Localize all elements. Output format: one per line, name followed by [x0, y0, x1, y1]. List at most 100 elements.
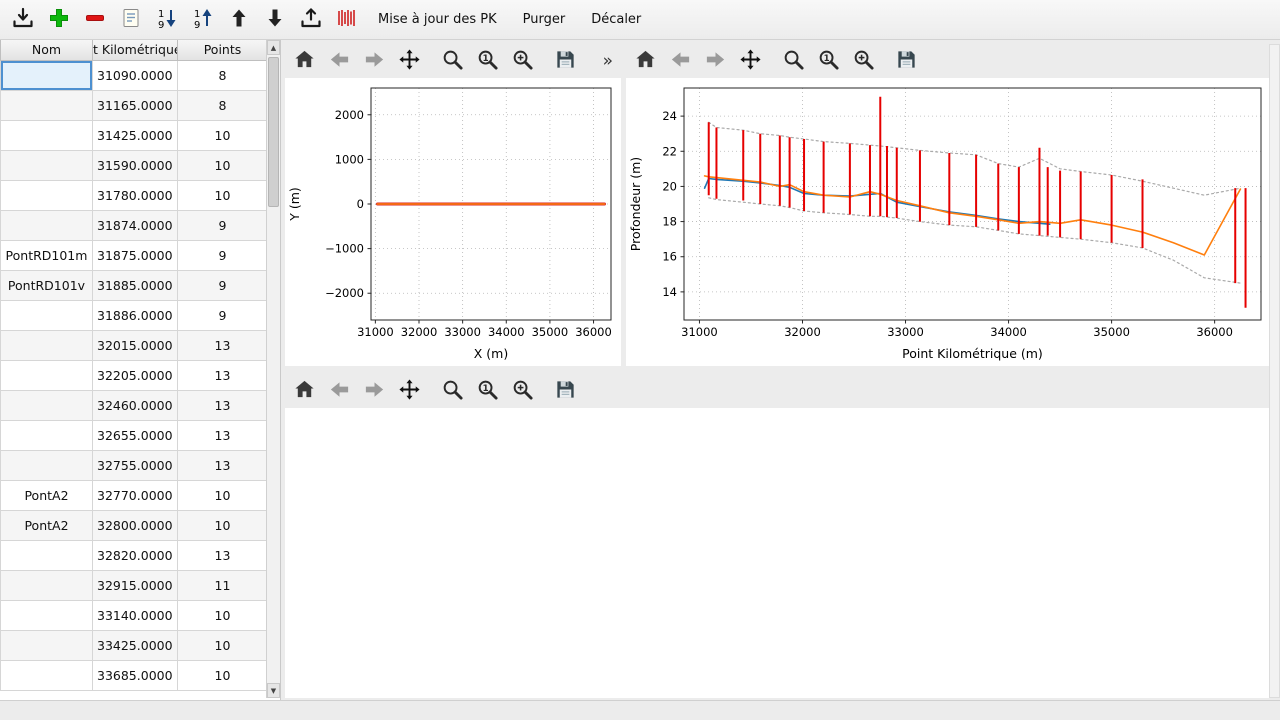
cell-nom[interactable] — [1, 660, 93, 690]
move-down-button[interactable] — [260, 5, 290, 35]
cell-pk[interactable]: 31165.0000 — [93, 90, 178, 120]
cell-nom[interactable] — [1, 300, 93, 330]
cell-points[interactable]: 10 — [178, 120, 268, 150]
cell-pk[interactable]: 31874.0000 — [93, 210, 178, 240]
cell-pk[interactable]: 32015.0000 — [93, 330, 178, 360]
cell-pk[interactable]: 31886.0000 — [93, 300, 178, 330]
cell-points[interactable]: 10 — [178, 150, 268, 180]
cell-nom[interactable]: PontA2 — [1, 510, 93, 540]
cell-points[interactable]: 13 — [178, 450, 268, 480]
update-pk-button[interactable]: Mise à jour des PK — [368, 7, 507, 32]
zoom-plus-button[interactable] — [850, 48, 876, 74]
zoom-button[interactable] — [439, 48, 465, 74]
cell-nom[interactable] — [1, 60, 93, 90]
empty-plot-canvas[interactable] — [285, 408, 1269, 698]
cell-pk[interactable]: 33140.0000 — [93, 600, 178, 630]
cell-points[interactable]: 11 — [178, 570, 268, 600]
zoom-plus-button[interactable] — [509, 48, 535, 74]
back-button[interactable] — [326, 48, 352, 74]
purge-button[interactable]: Purger — [513, 7, 576, 32]
cell-pk[interactable]: 32915.0000 — [93, 570, 178, 600]
cell-nom[interactable] — [1, 90, 93, 120]
cell-points[interactable]: 9 — [178, 240, 268, 270]
column-header-points[interactable]: Points — [178, 40, 268, 60]
cell-points[interactable]: 9 — [178, 300, 268, 330]
cell-nom[interactable] — [1, 120, 93, 150]
home-button[interactable] — [291, 378, 317, 404]
cell-pk[interactable]: 32770.0000 — [93, 480, 178, 510]
cell-nom[interactable] — [1, 150, 93, 180]
cell-pk[interactable]: 32460.0000 — [93, 390, 178, 420]
cell-pk[interactable]: 32800.0000 — [93, 510, 178, 540]
pan-button[interactable] — [396, 378, 422, 404]
save-button[interactable] — [893, 48, 919, 74]
shift-button[interactable]: Décaler — [581, 7, 651, 32]
cell-nom[interactable] — [1, 360, 93, 390]
pan-button[interactable] — [737, 48, 763, 74]
cell-pk[interactable]: 31875.0000 — [93, 240, 178, 270]
back-button[interactable] — [667, 48, 693, 74]
cell-points[interactable]: 10 — [178, 660, 268, 690]
profiles-button[interactable] — [332, 5, 362, 35]
forward-button[interactable] — [361, 378, 387, 404]
zoom-button[interactable] — [780, 48, 806, 74]
cell-nom[interactable] — [1, 180, 93, 210]
column-header-nom[interactable]: Nom — [1, 40, 93, 60]
cell-points[interactable]: 10 — [178, 630, 268, 660]
pan-button[interactable] — [396, 48, 422, 74]
cell-points[interactable]: 13 — [178, 390, 268, 420]
cell-points[interactable]: 10 — [178, 180, 268, 210]
table-scrollbar-thumb[interactable] — [268, 57, 279, 207]
move-up-button[interactable] — [224, 5, 254, 35]
cell-nom[interactable]: PontRD101m — [1, 240, 93, 270]
cell-nom[interactable] — [1, 570, 93, 600]
zoom-one-button[interactable]: 1 — [474, 48, 500, 74]
cell-pk[interactable]: 31885.0000 — [93, 270, 178, 300]
column-header-pk[interactable]: t Kilométrique — [93, 40, 178, 60]
cell-points[interactable]: 13 — [178, 420, 268, 450]
cell-pk[interactable]: 32820.0000 — [93, 540, 178, 570]
cell-pk[interactable]: 32655.0000 — [93, 420, 178, 450]
cell-nom[interactable]: PontRD101v — [1, 270, 93, 300]
cell-pk[interactable]: 31780.0000 — [93, 180, 178, 210]
cell-pk[interactable]: 32205.0000 — [93, 360, 178, 390]
cell-nom[interactable] — [1, 420, 93, 450]
cell-nom[interactable] — [1, 330, 93, 360]
save-button[interactable] — [552, 378, 578, 404]
zoom-one-button[interactable]: 1 — [815, 48, 841, 74]
cell-points[interactable]: 10 — [178, 600, 268, 630]
plan-view-chart[interactable]: 310003200033000340003500036000−2000−1000… — [285, 78, 621, 366]
zoom-button[interactable] — [439, 378, 465, 404]
edit-list-button[interactable] — [116, 5, 146, 35]
scroll-up-button[interactable]: ▲ — [267, 40, 280, 55]
cell-pk[interactable]: 31425.0000 — [93, 120, 178, 150]
import-button[interactable] — [8, 5, 38, 35]
cell-nom[interactable] — [1, 630, 93, 660]
cell-pk[interactable]: 31590.0000 — [93, 150, 178, 180]
cell-pk[interactable]: 32755.0000 — [93, 450, 178, 480]
cell-nom[interactable] — [1, 540, 93, 570]
zoom-one-button[interactable]: 1 — [474, 378, 500, 404]
scroll-down-button[interactable]: ▼ — [267, 683, 280, 698]
add-row-button[interactable] — [44, 5, 74, 35]
cell-points[interactable]: 8 — [178, 60, 268, 90]
window-scrollbar[interactable] — [1269, 44, 1280, 698]
cell-pk[interactable]: 33685.0000 — [93, 660, 178, 690]
export-button[interactable] — [296, 5, 326, 35]
plan-plot-canvas[interactable]: 310003200033000340003500036000−2000−1000… — [285, 78, 621, 366]
forward-button[interactable] — [702, 48, 728, 74]
back-button[interactable] — [326, 378, 352, 404]
sort-ascending-button[interactable]: 19 — [188, 5, 218, 35]
cell-points[interactable]: 9 — [178, 210, 268, 240]
cell-points[interactable]: 13 — [178, 540, 268, 570]
cell-points[interactable]: 10 — [178, 510, 268, 540]
cell-pk[interactable]: 33425.0000 — [93, 630, 178, 660]
sort-descending-button[interactable]: 19 — [152, 5, 182, 35]
table-scrollbar[interactable]: ▲ ▼ — [266, 40, 280, 698]
cell-nom[interactable] — [1, 210, 93, 240]
cell-nom[interactable] — [1, 450, 93, 480]
delete-row-button[interactable] — [80, 5, 110, 35]
cell-pk[interactable]: 31090.0000 — [93, 60, 178, 90]
home-button[interactable] — [291, 48, 317, 74]
home-button[interactable] — [632, 48, 658, 74]
